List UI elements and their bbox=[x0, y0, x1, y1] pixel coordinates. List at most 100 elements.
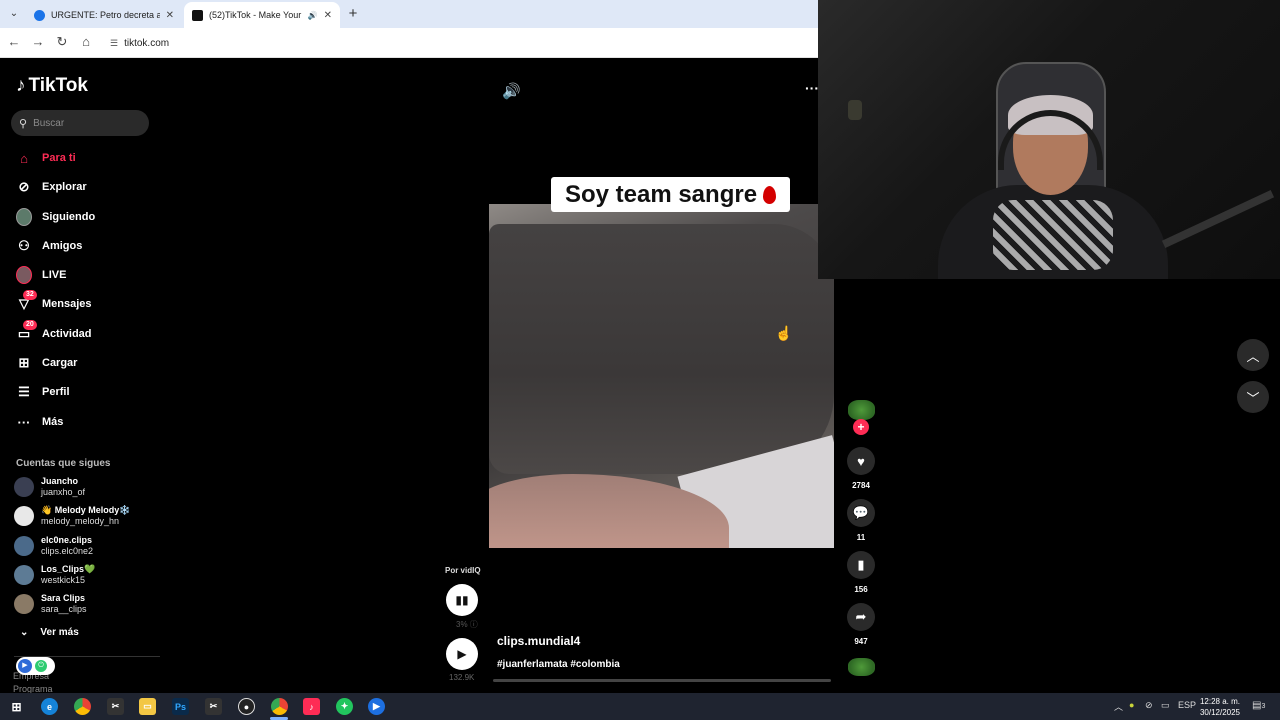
search-input[interactable] bbox=[33, 117, 134, 129]
play-button[interactable]: ▶ bbox=[446, 638, 478, 670]
menu-item-actividad[interactable]: ▭ 20 Actividad bbox=[16, 320, 156, 346]
avatar bbox=[14, 565, 34, 585]
browser-address-bar: ← → ↻ ⌂ ☰ tiktok.com bbox=[0, 28, 824, 58]
tiktok-icon[interactable]: ♪ bbox=[303, 698, 320, 715]
notification-icon[interactable]: ▤3 bbox=[1252, 700, 1265, 711]
hand-cursor-icon: ☝ bbox=[775, 325, 793, 341]
comment-icon[interactable]: 💬 bbox=[847, 499, 875, 527]
avatar bbox=[14, 506, 34, 526]
forward-arrow-icon[interactable]: → bbox=[29, 34, 47, 49]
tab-urgente[interactable]: URGENTE: Petro decreta alza de ✕ bbox=[26, 2, 182, 28]
search-icon: ⚲ bbox=[19, 117, 28, 130]
menu-item-mensajes[interactable]: ▽ 32 Mensajes bbox=[16, 290, 156, 316]
blue-app-icon[interactable]: ▶ bbox=[368, 698, 385, 715]
webcam-shirt-print bbox=[993, 200, 1113, 270]
green-app-icon[interactable]: ✦ bbox=[336, 698, 353, 715]
menu-item-live[interactable]: LIVE bbox=[16, 263, 156, 287]
menu-item-mas[interactable]: ··· Más bbox=[16, 410, 156, 434]
tab-title: URGENTE: Petro decreta alza de bbox=[51, 10, 160, 20]
chrome-icon[interactable] bbox=[271, 698, 288, 715]
menu-label: Explorar bbox=[42, 181, 87, 193]
url-text: tiktok.com bbox=[124, 38, 170, 49]
account-handle: westkick15 bbox=[41, 575, 86, 585]
menu-item-amigos[interactable]: ⚇ Amigos bbox=[16, 234, 156, 258]
followed-account[interactable]: Sara Clips sara__clips bbox=[14, 590, 164, 618]
next-video-button[interactable]: ﹀ bbox=[1237, 381, 1269, 413]
menu-item-perfil[interactable]: ☰ Perfil bbox=[16, 380, 156, 404]
home-icon[interactable]: ⌂ bbox=[77, 34, 95, 49]
bookmark-icon[interactable]: ▮ bbox=[847, 551, 875, 579]
followed-account[interactable]: Los_Clips💚 westkick15 bbox=[14, 561, 164, 589]
tab-tiktok[interactable]: (52)TikTok - Make Your Day 🔊 ✕ bbox=[184, 2, 340, 28]
activity-icon: ▭ 20 bbox=[16, 320, 37, 342]
display-icon[interactable]: ▭ bbox=[1161, 700, 1170, 711]
tray-chevron-icon[interactable]: ︿ bbox=[1114, 700, 1123, 713]
compass-icon: ⊘ bbox=[18, 179, 30, 194]
video-hashtags[interactable]: #juanferlamata #colombia bbox=[497, 659, 620, 670]
clock[interactable]: 12:28 a. m. 30/12/2025 bbox=[1198, 696, 1242, 718]
tiktok-note-icon: ♪ bbox=[16, 75, 26, 96]
video-progress-bar[interactable] bbox=[493, 679, 831, 682]
video-author[interactable]: clips.mundial4 bbox=[497, 634, 580, 648]
photoshop-icon[interactable]: Ps bbox=[172, 698, 189, 715]
ver-mas-button[interactable]: ⌄ Ver más bbox=[20, 627, 79, 638]
like-count: 2784 bbox=[852, 481, 870, 490]
url-field[interactable]: ☰ tiktok.com bbox=[104, 33, 824, 53]
share-action: ➦ 947 bbox=[846, 603, 876, 646]
account-name: Los_Clips💚 bbox=[41, 564, 96, 574]
share-icon[interactable]: ➦ bbox=[847, 603, 875, 631]
follow-plus-button[interactable]: + bbox=[853, 419, 869, 435]
menu-item-cargar[interactable]: ⊞ Cargar bbox=[16, 351, 156, 375]
power-icon: ⏻ bbox=[35, 660, 47, 672]
back-arrow-icon[interactable]: ← bbox=[5, 34, 23, 49]
followed-account[interactable]: 👋 Melody Melody❄️ melody_melody_hn bbox=[14, 502, 164, 530]
followed-account[interactable]: Juancho juanxho_of bbox=[14, 473, 164, 501]
new-tab-button[interactable]: + bbox=[345, 5, 361, 22]
speaker-icon[interactable]: 🔊 bbox=[308, 11, 318, 20]
obs-icon[interactable]: ● bbox=[238, 698, 255, 715]
chrome-icon[interactable] bbox=[74, 698, 91, 715]
file-explorer-icon[interactable]: ▭ bbox=[139, 698, 156, 715]
search-box[interactable]: ⚲ bbox=[11, 110, 149, 136]
music-disc[interactable] bbox=[848, 658, 875, 676]
ver-mas-label: Ver más bbox=[40, 627, 79, 638]
volume-icon[interactable]: 🔊 bbox=[502, 82, 521, 100]
network-off-icon[interactable]: ⊘ bbox=[1145, 700, 1153, 711]
tab-search-chevron-icon[interactable]: ⌄ bbox=[6, 6, 22, 22]
heart-icon[interactable]: ♥ bbox=[847, 447, 875, 475]
reload-icon[interactable]: ↻ bbox=[53, 34, 71, 50]
menu-item-para-ti[interactable]: ⌂ Para ti bbox=[16, 146, 156, 170]
account-name: elc0ne.clips bbox=[41, 535, 93, 545]
more-dots-icon: ··· bbox=[17, 414, 31, 430]
menu-label: Amigos bbox=[42, 240, 83, 252]
menu-label: Para ti bbox=[42, 152, 76, 164]
view-count: 132.9K bbox=[449, 673, 475, 682]
capcut-icon[interactable]: ✂ bbox=[205, 698, 222, 715]
tiktok-favicon-icon bbox=[192, 9, 203, 21]
more-options-icon[interactable]: ··· bbox=[805, 80, 819, 96]
tray-app-icon[interactable]: ● bbox=[1129, 700, 1134, 710]
blood-drop-icon bbox=[763, 185, 777, 204]
previous-video-button[interactable]: ︿ bbox=[1237, 339, 1269, 371]
creator-avatar[interactable] bbox=[848, 400, 875, 420]
logo-text: TikTok bbox=[28, 75, 88, 96]
close-tab-icon[interactable]: ✕ bbox=[324, 10, 332, 21]
edge-icon[interactable]: e bbox=[41, 698, 58, 715]
live-avatar-icon bbox=[16, 266, 32, 284]
menu-label: Mensajes bbox=[42, 298, 92, 310]
like-action: ♥ 2784 bbox=[846, 447, 876, 490]
language-indicator[interactable]: ESP bbox=[1178, 700, 1196, 710]
followed-account[interactable]: elc0ne.clips clips.elc0ne2 bbox=[14, 532, 164, 560]
menu-item-explorar[interactable]: ⊘ Explorar bbox=[16, 175, 156, 199]
tiktok-logo[interactable]: ♪ TikTok bbox=[16, 75, 88, 97]
windows-start-icon[interactable]: ⊞ bbox=[8, 698, 25, 715]
vidiq-stats-button[interactable]: ▮▮ bbox=[446, 584, 478, 616]
account-name: 👋 Melody Melody❄️ bbox=[41, 505, 131, 515]
capcut-icon[interactable]: ✂ bbox=[107, 698, 124, 715]
menu-label: Más bbox=[42, 416, 64, 428]
menu-item-siguiendo[interactable]: Siguiendo bbox=[16, 205, 156, 229]
video-player[interactable] bbox=[489, 204, 834, 548]
extension-pill[interactable]: ▶ ⏻ bbox=[16, 657, 55, 675]
site-settings-icon[interactable]: ☰ bbox=[110, 38, 118, 48]
close-tab-icon[interactable]: ✕ bbox=[166, 10, 174, 21]
